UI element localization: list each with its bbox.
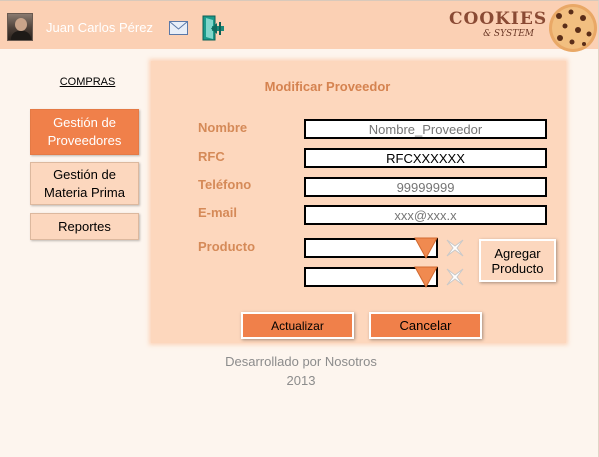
cookie-icon bbox=[549, 4, 597, 52]
telefono-label: Teléfono bbox=[198, 177, 252, 192]
rfc-label: RFC bbox=[198, 149, 225, 164]
remove-product-1-icon[interactable] bbox=[445, 238, 465, 258]
user-name: Juan Carlos Pérez bbox=[46, 20, 153, 35]
logo-title: COOKIES bbox=[449, 9, 548, 29]
nav-gestion-proveedores[interactable]: Gestión de Proveedores bbox=[30, 109, 139, 155]
nav-gestion-materia-prima-label: Gestión de Materia Prima bbox=[44, 166, 125, 200]
rfc-input[interactable] bbox=[304, 148, 547, 168]
nombre-label: Nombre bbox=[198, 120, 248, 135]
footer-credit: Desarrollado por Nosotros bbox=[225, 354, 377, 369]
add-product-label: Agregar Producto bbox=[491, 245, 544, 276]
cancel-button-label: Cancelar bbox=[399, 318, 452, 333]
chevron-down-icon[interactable] bbox=[414, 237, 438, 259]
logo-subtitle: & SYSTEM bbox=[483, 29, 534, 39]
avatar[interactable] bbox=[7, 13, 33, 41]
cancel-button[interactable]: Cancelar bbox=[369, 312, 482, 339]
exit-icon[interactable] bbox=[202, 15, 230, 42]
nav-reportes-label: Reportes bbox=[58, 218, 111, 234]
nav-gestion-proveedores-label: Gestión de Proveedores bbox=[47, 115, 122, 148]
form-panel: Modificar Proveedor Nombre RFC Teléfono … bbox=[151, 61, 566, 343]
telefono-input[interactable] bbox=[304, 177, 547, 197]
nombre-input[interactable] bbox=[304, 119, 547, 139]
update-button-label: Actualizar bbox=[271, 318, 324, 333]
footer-year: 2013 bbox=[286, 373, 316, 388]
add-product-button[interactable]: Agregar Producto bbox=[479, 239, 556, 282]
nav-reportes[interactable]: Reportes bbox=[30, 213, 139, 240]
update-button[interactable]: Actualizar bbox=[241, 312, 354, 339]
form-title: Modificar Proveedor bbox=[264, 79, 391, 94]
remove-product-2-icon[interactable] bbox=[445, 267, 465, 287]
mail-icon[interactable] bbox=[169, 21, 188, 35]
section-title-compras: COMPRAS bbox=[59, 76, 116, 88]
email-label: E-mail bbox=[198, 205, 238, 220]
app-header: Juan Carlos Pérez COOKIES & SYSTEM bbox=[0, 1, 598, 52]
nav-gestion-materia-prima[interactable]: Gestión de Materia Prima bbox=[30, 162, 139, 205]
chevron-down-icon[interactable] bbox=[414, 266, 438, 288]
producto-label: Producto bbox=[198, 239, 256, 254]
email-input[interactable] bbox=[304, 205, 547, 225]
